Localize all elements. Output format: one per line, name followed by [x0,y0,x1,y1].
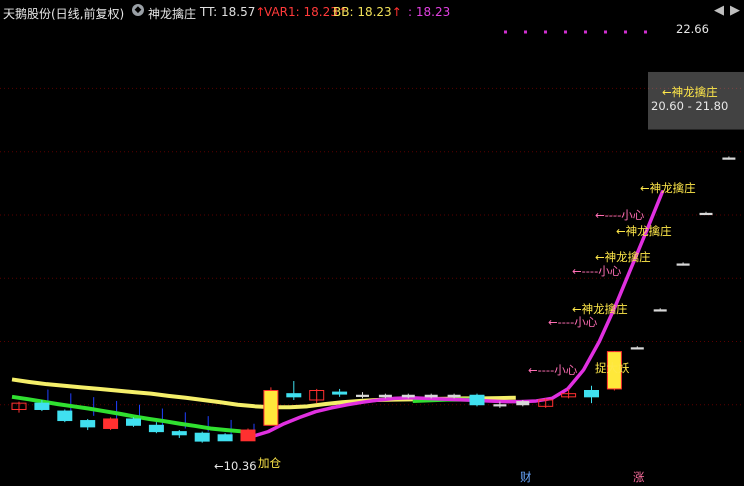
signal-long-label: ←神龙擒庄 [662,85,718,99]
signal-caution-label: ←----小心 [595,208,645,222]
candle-body [34,402,50,410]
candle-body [676,263,690,266]
tt-label: TT: 18.57 [200,5,256,19]
magenta-marker [584,30,587,34]
signal-caution-label: ←----小心 [548,315,598,329]
candle-body [217,434,233,442]
candle-body [263,390,279,426]
bottom-cai-label: 财 [520,470,532,484]
high-price-label: 22.66 [676,22,709,36]
signal-caution-label: ←----小心 [572,264,622,278]
candle-body [148,424,164,433]
up-arrow-icon: ↑ [391,5,402,19]
candle-body [447,394,461,398]
range-label: 20.60 - 21.80 [651,99,729,113]
signal-long-label: ←神龙擒庄 [616,224,672,238]
var1-label: VAR1: 18.23 [264,5,338,19]
candle-body [630,347,644,350]
candle-body [493,404,507,407]
candle-body [80,420,96,428]
indicator-name[interactable]: 神龙擒庄 [148,5,196,22]
stock-title: 天鹅股份(日线,前复权) [3,7,125,21]
capture-demon-label: 捉大妖 [595,361,630,375]
bb-value: BB: 18.23↑ [333,5,402,19]
candle-body [103,418,119,429]
candle-body [401,394,415,398]
add-position-label: 加仓 [258,456,281,470]
candle-body [57,410,73,422]
bb-label: BB: 18.23 [333,5,392,19]
candle-body [378,394,392,398]
candle-body [332,391,348,395]
magenta-marker [644,30,647,34]
candlestick-chart [0,30,744,443]
chart: 天鹅股份(日线,前复权) ◆ 神龙擒庄 TT: 18.57↑ VAR1: 18.… [0,0,744,486]
candle-body [424,394,438,398]
nav-left-icon[interactable]: ◀ [712,4,726,18]
tt-value: TT: 18.57↑ [200,5,265,19]
candle-body [469,394,485,406]
indicator-menu-icon[interactable]: ◆ [132,4,144,16]
candle-body [171,431,187,436]
candle-body [240,429,256,442]
signal-caution-label: ←----小心 [528,363,578,377]
candle-body [194,432,210,442]
candle-body [722,157,736,160]
nav-right-icon[interactable]: ▶ [728,4,742,18]
signal-long-label: ←神龙擒庄 [640,181,696,195]
candle-body [126,418,141,426]
magenta-marker [624,30,627,34]
candle-body [286,393,302,398]
magenta-marker [504,30,507,34]
magenta-marker [524,30,527,34]
fourth-value: : 18.23 [408,5,451,19]
indicator-header: 天鹅股份(日线,前复权) ◆ 神龙擒庄 TT: 18.57↑ VAR1: 18.… [0,0,744,24]
magenta-marker [544,30,547,34]
low-price-label: ←10.36 [214,459,257,473]
candle-body [699,212,713,216]
magenta-marker [564,30,567,34]
candle-body [653,309,667,312]
bottom-zhang-label: 涨 [633,470,645,484]
magenta-marker [604,30,607,34]
candle-body [356,394,369,397]
candle-body [516,401,530,406]
candle-body [584,390,599,398]
